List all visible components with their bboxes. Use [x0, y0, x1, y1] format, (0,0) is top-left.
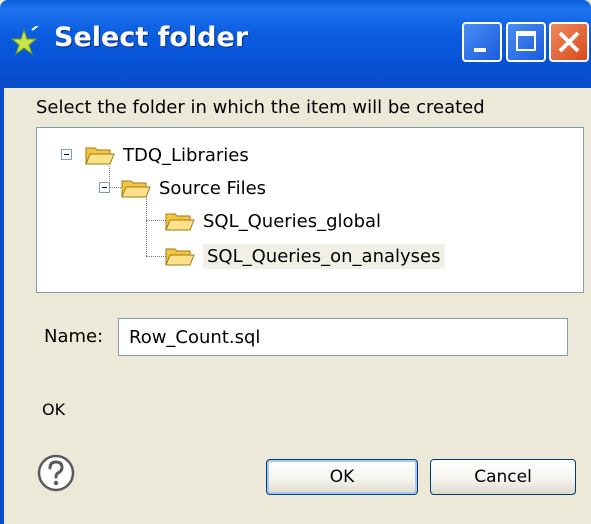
folder-tree[interactable]: TDQ_Libraries Source Files SQL_Queries_g…	[36, 127, 584, 293]
folder-open-icon	[165, 213, 195, 231]
collapse-toggle-tdq-libraries[interactable]	[61, 149, 72, 160]
ok-button[interactable]: OK	[266, 459, 418, 495]
title-bar[interactable]: Select folder	[0, 0, 591, 88]
tree-item-label: Source Files	[159, 177, 267, 199]
window-border-left	[0, 88, 4, 524]
close-button[interactable]	[549, 22, 589, 62]
tree-item-tdq-libraries[interactable]: TDQ_Libraries	[85, 140, 249, 170]
name-label: Name:	[44, 326, 104, 347]
instruction-text: Select the folder in which the item will…	[36, 97, 485, 118]
question-mark-icon[interactable]	[36, 453, 76, 493]
tree-item-label: TDQ_Libraries	[123, 144, 249, 166]
folder-open-icon	[165, 248, 195, 266]
select-folder-dialog: Select folder Select the folder in which…	[0, 0, 591, 524]
name-input[interactable]	[118, 318, 568, 356]
dialog-title: Select folder	[54, 22, 249, 53]
tree-item-label: SQL_Queries_global	[203, 210, 382, 232]
tree-item-sql-queries-on-analyses[interactable]: SQL_Queries_on_analyses	[165, 241, 445, 271]
minimize-button[interactable]	[462, 22, 502, 62]
maximize-button[interactable]	[506, 22, 546, 62]
tree-connector	[146, 256, 166, 257]
tree-connector	[109, 187, 121, 188]
maximize-icon	[516, 31, 536, 51]
tree-item-sql-queries-global[interactable]: SQL_Queries_global	[165, 206, 381, 236]
green-star-wand-icon	[10, 26, 39, 56]
collapse-toggle-source-files[interactable]	[99, 182, 110, 193]
minimize-icon	[474, 48, 486, 52]
tree-connector	[146, 220, 166, 221]
status-message: OK	[42, 400, 66, 419]
cancel-button[interactable]: Cancel	[430, 459, 576, 495]
folder-open-icon	[121, 180, 151, 198]
close-icon	[558, 31, 580, 53]
tree-connector	[146, 197, 147, 256]
tree-item-source-files[interactable]: Source Files	[121, 173, 266, 203]
folder-open-icon	[85, 147, 115, 165]
tree-item-label: SQL_Queries_on_analyses	[203, 243, 445, 269]
